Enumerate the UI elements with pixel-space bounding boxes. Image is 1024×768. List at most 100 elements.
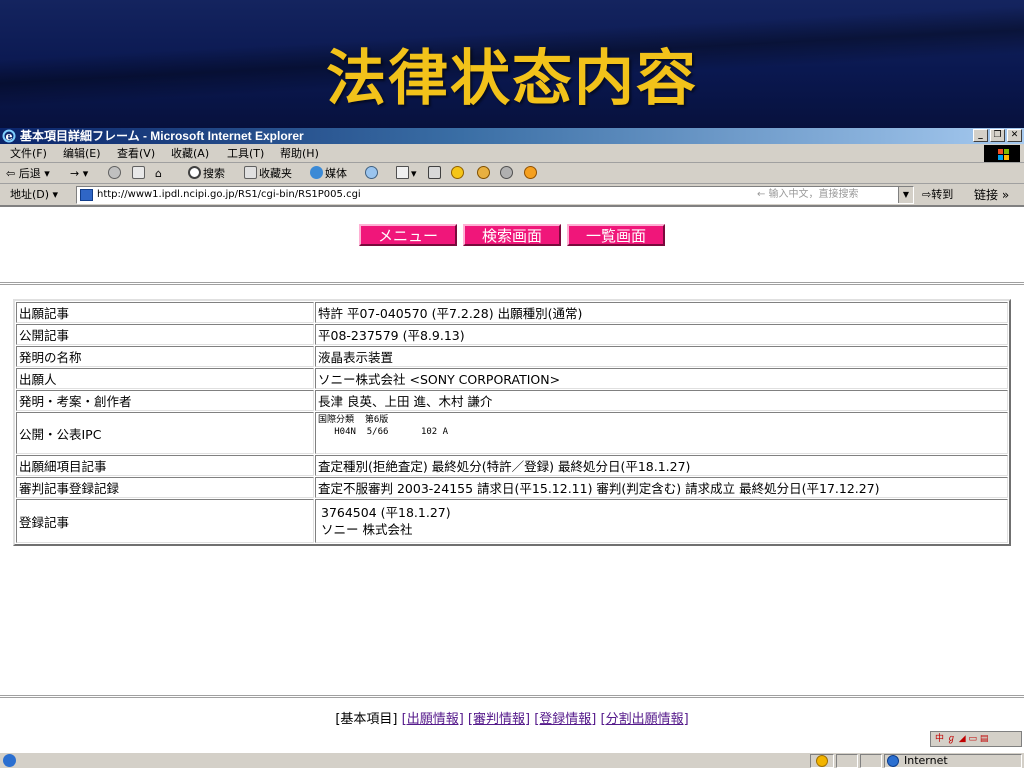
home-button[interactable]: ⌂	[155, 164, 162, 184]
status-cell	[836, 754, 858, 768]
print-button[interactable]	[428, 164, 443, 184]
window-controls: _ ❐ ✕	[973, 129, 1022, 142]
table-row: 出願人 ソニー株式会社 <SONY CORPORATION>	[16, 368, 1008, 389]
links-button[interactable]: 链接 »	[974, 185, 1009, 205]
bag-icon	[477, 166, 490, 179]
menu-edit[interactable]: 编辑(E)	[63, 144, 101, 163]
menu-bar: 文件(F) 编辑(E) 查看(V) 收藏(A) 工具(T) 帮助(H)	[0, 144, 1024, 163]
media-label: 媒体	[325, 167, 347, 180]
favorites-label: 收藏夹	[259, 167, 292, 180]
extra-button[interactable]	[524, 164, 539, 184]
row-label: 出願記事	[16, 302, 314, 323]
row-value: 液晶表示装置	[315, 346, 1008, 367]
table-row: 公開記事 平08-237579 (平8.9.13)	[16, 324, 1008, 345]
registration-value: 3764504 (平18.1.27) ソニー 株式会社	[315, 499, 1008, 543]
record-table: 出願記事 特許 平07-040570 (平7.2.28) 出願種別(通常) 公開…	[13, 299, 1011, 546]
row-label: 審判記事登録記録	[16, 477, 314, 498]
back-label: 后退	[18, 167, 41, 180]
address-search-hint: ← 输入中文，直接搜索	[757, 189, 859, 200]
menu-view[interactable]: 查看(V)	[117, 144, 155, 163]
people-icon	[500, 166, 513, 179]
address-url: http://www1.ipdl.ncipi.go.jp/RS1/cgi-bin…	[97, 189, 361, 200]
status-cell	[860, 754, 882, 768]
messenger-button[interactable]	[451, 164, 466, 184]
row-label: 公開・公表IPC	[16, 412, 314, 454]
table-row: 公開・公表IPC 国際分類 第6版 H04N 5/66 102 A	[16, 412, 1008, 454]
research-button[interactable]	[477, 164, 492, 184]
warning-icon[interactable]	[816, 755, 828, 767]
row-value: 査定種別(拒絶査定) 最終処分(特許／登録) 最終処分日(平18.1.27)	[315, 455, 1008, 476]
home-icon: ⌂	[155, 167, 162, 180]
status-bar: Internet	[0, 752, 1024, 768]
slide-title: 法律状态内容	[326, 44, 698, 114]
row-value: ソニー株式会社 <SONY CORPORATION>	[315, 368, 1008, 389]
row-label: 登録記事	[16, 499, 314, 543]
menu-button[interactable]: メニュー	[359, 224, 457, 246]
mail-button[interactable]: ▾	[396, 164, 417, 184]
link-divisional-info[interactable]: [分割出願情報]	[601, 712, 689, 727]
row-label: 発明の名称	[16, 346, 314, 367]
current-tab-basic: [基本項目]	[335, 712, 398, 727]
list-screen-button[interactable]: 一覧画面	[567, 224, 665, 246]
row-label: 出願人	[16, 368, 314, 389]
browser-window: e 基本項目詳細フレーム - Microsoft Internet Explor…	[0, 128, 1024, 768]
menu-favorites[interactable]: 收藏(A)	[171, 144, 209, 163]
address-label-text: 地址(D)	[10, 188, 50, 201]
history-button[interactable]	[365, 164, 380, 184]
ie-logo-icon: e	[2, 129, 16, 143]
address-input[interactable]: http://www1.ipdl.ncipi.go.jp/RS1/cgi-bin…	[76, 186, 914, 204]
forward-icon: →	[70, 167, 80, 180]
search-icon	[188, 166, 201, 179]
search-screen-button[interactable]: 検索画面	[463, 224, 561, 246]
menu-file[interactable]: 文件(F)	[10, 144, 47, 163]
favorites-icon	[244, 166, 257, 179]
row-value: 査定不服審判 2003-24155 請求日(平15.12.11) 審判(判定含む…	[315, 477, 1008, 498]
menu-help[interactable]: 帮助(H)	[280, 144, 319, 163]
registration-line: 3764504 (平18.1.27)	[321, 505, 451, 520]
go-label: 转到	[931, 188, 954, 201]
emoticon-icon	[524, 166, 537, 179]
discuss-button[interactable]	[500, 164, 515, 184]
search-button[interactable]: 搜索	[188, 164, 225, 184]
address-label: 地址(D) ▾	[10, 188, 59, 201]
row-value: 特許 平07-040570 (平7.2.28) 出願種別(通常)	[315, 302, 1008, 323]
nav-buttons: メニュー 検索画面 一覧画面	[359, 224, 665, 246]
back-button[interactable]: ⇦ 后退 ▾	[6, 164, 50, 184]
window-titlebar[interactable]: e 基本項目詳細フレーム - Microsoft Internet Explor…	[0, 128, 1024, 144]
media-icon	[310, 166, 323, 179]
forward-button[interactable]: → ▾	[70, 164, 88, 184]
ipc-line: 国際分類 第6版	[318, 415, 389, 425]
search-label: 搜索	[203, 167, 225, 180]
top-frame: メニュー 検索画面 一覧画面	[0, 207, 1024, 285]
media-button[interactable]: 媒体	[310, 164, 347, 184]
menu-tools[interactable]: 工具(T)	[227, 144, 264, 163]
link-trial-info[interactable]: [審判情報]	[468, 712, 530, 727]
smiley-icon	[451, 166, 464, 179]
favorites-button[interactable]: 收藏夹	[244, 164, 292, 184]
row-label: 公開記事	[16, 324, 314, 345]
zone-label: Internet	[904, 754, 948, 767]
restore-button[interactable]: ❐	[990, 129, 1005, 142]
ime-toolbar[interactable]: 中 ℊ ◢ ▭ ▤	[930, 731, 1022, 747]
page-status-icon	[3, 754, 16, 767]
refresh-button[interactable]	[132, 164, 147, 184]
internet-zone-icon	[887, 755, 899, 767]
page-icon	[80, 189, 93, 201]
address-dropdown-icon[interactable]: ▼	[898, 187, 913, 203]
row-label: 発明・考案・創作者	[16, 390, 314, 411]
link-registration-info[interactable]: [登録情報]	[534, 712, 596, 727]
go-button[interactable]: ⇨转到	[922, 185, 953, 205]
row-value: 長津 良英、上田 進、木村 謙介	[315, 390, 1008, 411]
link-application-info[interactable]: [出願情報]	[402, 712, 464, 727]
minimize-button[interactable]: _	[973, 129, 988, 142]
print-icon	[428, 166, 441, 179]
stop-button[interactable]	[108, 164, 123, 184]
svg-text:e: e	[6, 130, 13, 143]
address-bar: 地址(D) ▾ http://www1.ipdl.ncipi.go.jp/RS1…	[0, 185, 1024, 205]
history-icon	[365, 166, 378, 179]
close-button[interactable]: ✕	[1007, 129, 1022, 142]
ipc-value: 国際分類 第6版 H04N 5/66 102 A	[315, 412, 1008, 454]
slide-header: 法律状态内容	[0, 0, 1024, 128]
window-title: 基本項目詳細フレーム - Microsoft Internet Explorer	[20, 129, 304, 143]
windows-logo-icon	[984, 145, 1020, 162]
